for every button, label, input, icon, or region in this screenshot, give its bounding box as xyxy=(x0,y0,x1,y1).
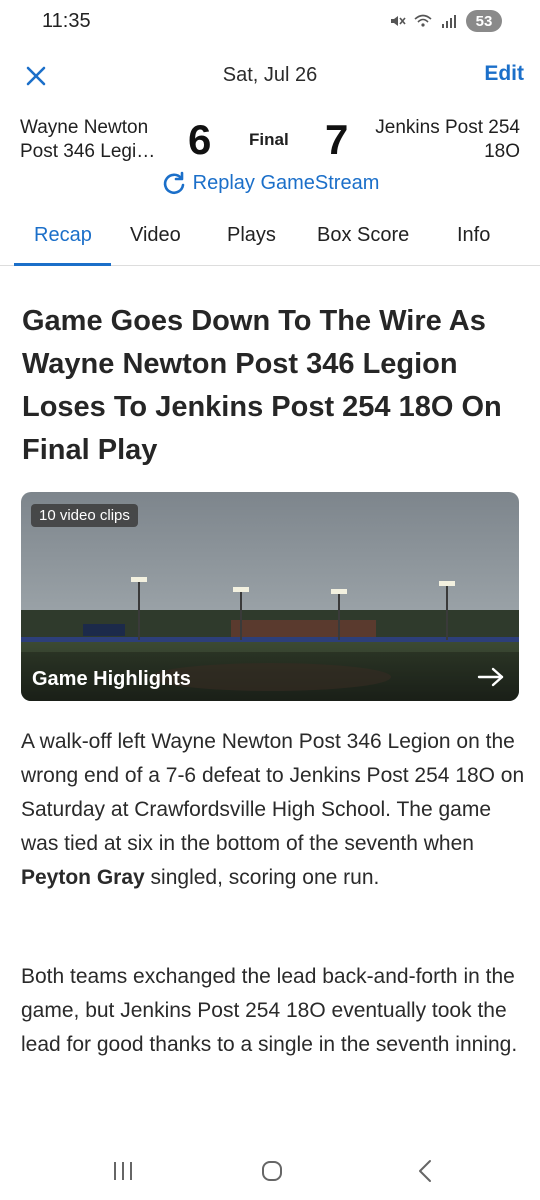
status-icons: 53 xyxy=(388,10,502,32)
recap-headline: Game Goes Down To The Wire As Wayne Newt… xyxy=(22,305,502,466)
tab-video[interactable]: Video xyxy=(130,224,181,247)
video-clips-badge: 10 video clips xyxy=(31,504,138,527)
status-bar: 11:35 53 xyxy=(0,0,540,48)
game-date: Sat, Jul 26 xyxy=(222,64,318,86)
signal-icon xyxy=(440,12,458,30)
tab-plays[interactable]: Plays xyxy=(227,224,276,247)
status-time: 11:35 xyxy=(42,10,91,32)
recent-apps-icon[interactable] xyxy=(108,1158,138,1184)
tab-box-score[interactable]: Box Score xyxy=(317,224,409,247)
arrow-right-icon[interactable] xyxy=(477,665,505,689)
tab-info[interactable]: Info xyxy=(457,224,490,247)
replay-icon xyxy=(163,171,184,195)
back-icon[interactable] xyxy=(410,1158,440,1184)
player-name-link[interactable]: Peyton Gray xyxy=(21,866,145,889)
replay-gamestream-button[interactable]: Replay GameStream xyxy=(0,170,540,196)
active-tab-indicator xyxy=(14,263,111,266)
tab-recap[interactable]: Recap xyxy=(34,224,92,247)
home-score: 6 xyxy=(188,116,212,163)
game-status: Final xyxy=(249,130,289,149)
away-score: 7 xyxy=(325,116,349,163)
recap-paragraph-1: A walk-off left Wayne Newton Post 346 Le… xyxy=(21,725,526,895)
replay-label: Replay GameStream xyxy=(192,171,380,194)
recap-text: singled, scoring one run. xyxy=(144,866,380,889)
scoreboard: Wayne Newton Post 346 Legi… 6 Final 7 Je… xyxy=(0,110,540,170)
game-highlights-label: Game Highlights xyxy=(32,668,191,690)
home-icon[interactable] xyxy=(257,1158,287,1184)
away-team-name[interactable]: Jenkins Post 254 18O xyxy=(360,116,520,164)
wifi-icon xyxy=(414,12,432,30)
edit-button[interactable]: Edit xyxy=(484,62,524,86)
mute-icon xyxy=(388,12,406,30)
top-bar: Sat, Jul 26 Edit xyxy=(0,56,540,96)
game-highlights-card[interactable]: 10 video clips Game Highlights xyxy=(21,492,519,701)
home-team-name[interactable]: Wayne Newton Post 346 Legi… xyxy=(20,116,175,164)
recap-paragraph-2: Both teams exchanged the lead back-and-f… xyxy=(21,965,518,1056)
tab-bar: Recap Video Plays Box Score Info xyxy=(0,212,540,266)
system-nav-bar xyxy=(0,1140,540,1200)
battery-icon: 53 xyxy=(466,10,502,32)
recap-text: A walk-off left Wayne Newton Post 346 Le… xyxy=(21,730,525,855)
